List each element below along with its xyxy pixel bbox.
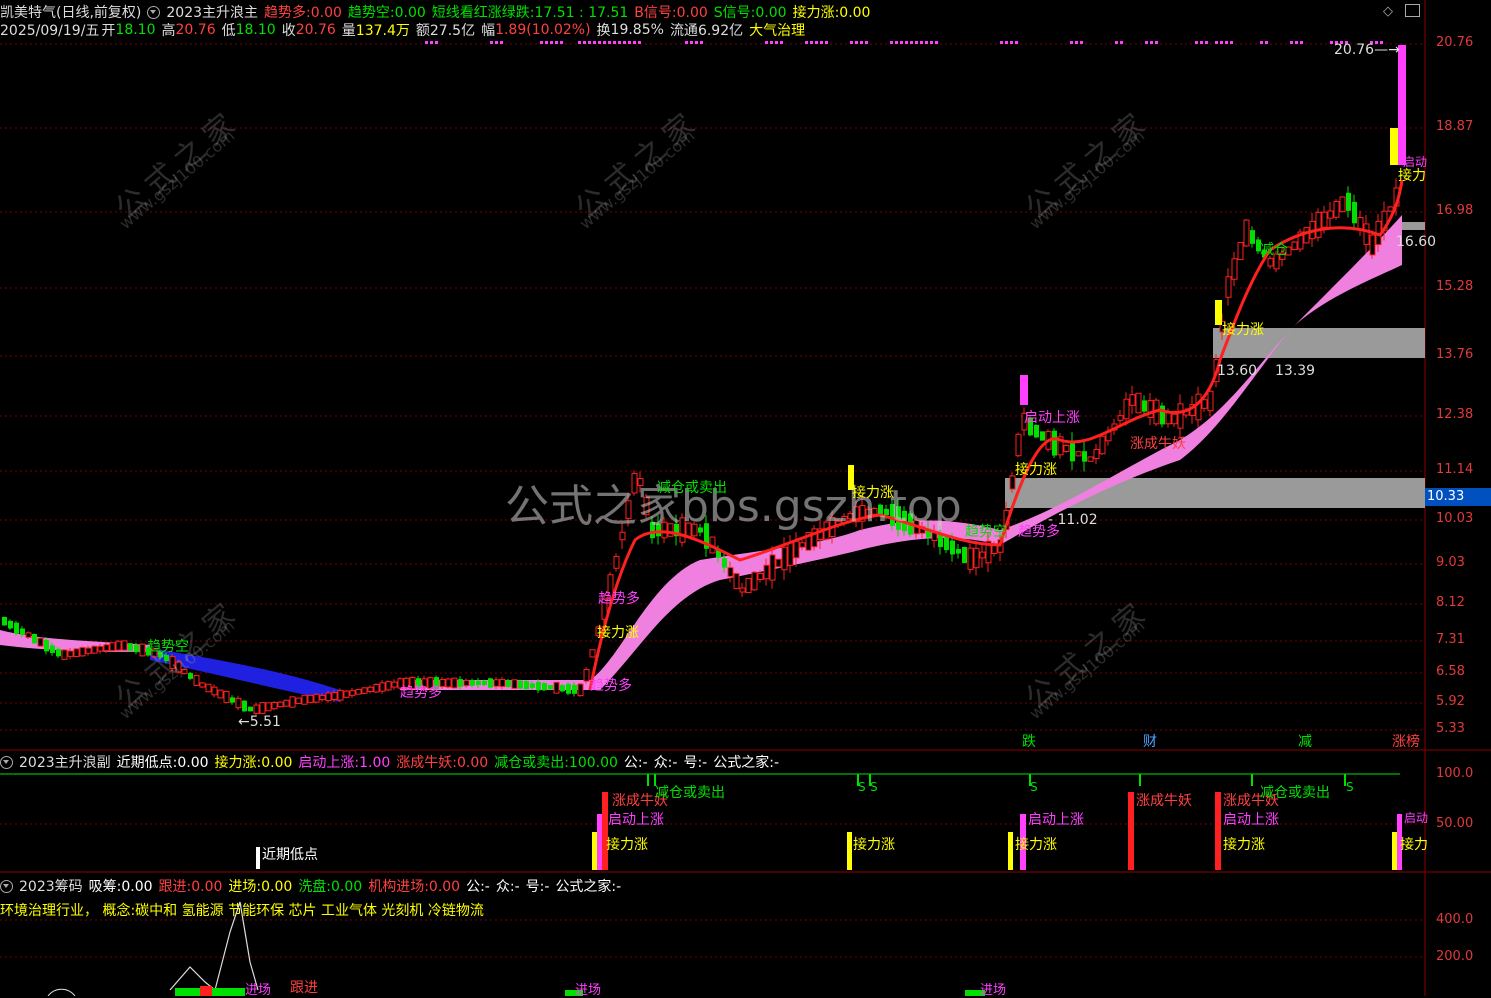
peak-price-value: 20.76 bbox=[1334, 42, 1375, 58]
price-axis-label-7: 10.03 bbox=[1436, 511, 1474, 526]
sub2-jin-label-1: 进场 bbox=[245, 983, 272, 998]
sub2-axis-400: 400.0 bbox=[1436, 912, 1474, 927]
sub1-qidong-label-4: 启动 bbox=[1404, 811, 1429, 825]
price-axis-label-2: 16.98 bbox=[1436, 203, 1474, 218]
price-axis-label-8: 9.03 bbox=[1436, 555, 1465, 570]
sub1-bar-qidong-1 bbox=[597, 814, 602, 870]
sub1-jieli-label-3: 接力涨 bbox=[1015, 837, 1057, 853]
sub1-jieli-label-5: 接力 bbox=[1400, 837, 1428, 853]
sub1-s-label-1: S bbox=[858, 780, 866, 794]
peak-arrow: —→ bbox=[1374, 42, 1400, 58]
low-arrow: ← bbox=[238, 714, 250, 730]
price-axis-label-1: 18.87 bbox=[1436, 119, 1474, 134]
signal-zhangcheng-1: 涨成牛妖 bbox=[1130, 436, 1186, 452]
signal-qushiduo-1: 趋势多 bbox=[598, 591, 640, 607]
sub1-bar-zhangcheng-3 bbox=[1215, 792, 1221, 870]
sub1-jieli-label-4: 接力涨 bbox=[1223, 837, 1265, 853]
bottom-tag-3: 涨榜 bbox=[1392, 734, 1420, 750]
sub1-bar-recent-low bbox=[256, 847, 260, 869]
sub1-signal-chart[interactable] bbox=[0, 752, 1425, 872]
signal-jieli-2: 接力涨 bbox=[852, 485, 894, 501]
low-price-value: 5.51 bbox=[249, 714, 281, 730]
signal-qushiduo-3: 趋势多 bbox=[400, 685, 442, 701]
sub1-s-label-4: S bbox=[1346, 780, 1354, 794]
peak-price-label: 20.76—→ bbox=[1334, 42, 1400, 58]
signal-qidong-2: 启动 bbox=[1403, 155, 1428, 169]
sub1-jieli-label-1: 接力涨 bbox=[606, 837, 648, 853]
watermark-banner: 公式之家bbs.gszh.top bbox=[505, 481, 962, 532]
signal-bar-magenta-2 bbox=[1398, 45, 1406, 165]
sub1-jiancang-label-1: 减仓或卖出 bbox=[655, 785, 725, 801]
sub2-chip-line bbox=[169, 901, 259, 992]
sub2-jin-label-3: 进场 bbox=[980, 983, 1007, 998]
signal-jiancang-1: 减仓或卖出 bbox=[657, 480, 727, 496]
resistance-zone-top bbox=[1400, 222, 1425, 230]
signal-qushiduo-4: 趋势多 bbox=[1018, 524, 1060, 540]
signal-qushikong-1: 趋势空 bbox=[147, 639, 189, 655]
price-axis-label-13: 5.33 bbox=[1436, 721, 1465, 736]
sub1-axis-50: 50.00 bbox=[1436, 816, 1474, 831]
sub1-bar-zhangcheng-2 bbox=[1128, 792, 1134, 870]
sub1-s-label-3: S bbox=[1030, 780, 1038, 794]
signal-jieli-4: 接力涨 bbox=[1222, 322, 1264, 338]
price-axis-label-5: 12.38 bbox=[1436, 407, 1474, 422]
bottom-tag-1: 财 bbox=[1143, 734, 1157, 750]
sub1-jieli-label-2: 接力涨 bbox=[853, 837, 895, 853]
signal-jieli-3: 接力涨 bbox=[1015, 462, 1057, 478]
signal-jieli-1: 接力涨 bbox=[597, 625, 639, 641]
pivot-label-1660: 16.60 bbox=[1396, 234, 1437, 250]
signal-qidong-1: 启动上涨 bbox=[1024, 410, 1080, 426]
sub1-bar-jieli-2 bbox=[847, 832, 852, 870]
sub1-bar-jieli-1 bbox=[592, 832, 597, 870]
bottom-tag-0: 跌 bbox=[1022, 734, 1036, 750]
sub2-follow-bar bbox=[200, 986, 212, 996]
sub1-bar-jieli-3 bbox=[1008, 832, 1013, 870]
price-axis-label-0: 20.76 bbox=[1436, 35, 1474, 50]
pivot-label-1360: 13.60 bbox=[1217, 363, 1258, 379]
signal-bar-yellow-3 bbox=[1390, 128, 1398, 165]
sub1-bar-zhangcheng-1 bbox=[602, 792, 608, 870]
bottom-tag-2: 减 bbox=[1298, 734, 1312, 750]
signal-qushiduo-2: 趋势多 bbox=[590, 678, 632, 694]
signal-qushikong-2: 趋势空 bbox=[965, 524, 1007, 540]
pivot-1102-value: 11.02 bbox=[1057, 512, 1098, 528]
sub1-axis-100: 100.0 bbox=[1436, 766, 1474, 781]
trend-band-pink bbox=[400, 215, 1402, 690]
price-axis-label-10: 7.31 bbox=[1436, 632, 1465, 647]
sub1-jiancang-label-2: 减仓或卖出 bbox=[1260, 785, 1330, 801]
sub2-chip-chart[interactable] bbox=[0, 872, 1425, 996]
price-axis-label-11: 6.58 bbox=[1436, 664, 1465, 679]
sub1-recent-low-label: 近期低点 bbox=[262, 847, 318, 863]
pivot-label-1339: 13.39 bbox=[1275, 363, 1316, 379]
sub1-qidong-label-3: 启动上涨 bbox=[1223, 812, 1279, 828]
sub1-bar-jieli-4 bbox=[1392, 832, 1397, 870]
price-axis-label-4: 13.76 bbox=[1436, 347, 1474, 362]
price-axis-label-3: 15.28 bbox=[1436, 279, 1474, 294]
signal-bar-magenta-1 bbox=[1020, 375, 1028, 405]
sub1-zhangcheng-label-2: 涨成牛妖 bbox=[1136, 793, 1192, 809]
sub2-axis-200: 200.0 bbox=[1436, 949, 1474, 964]
sub2-gen-label: 跟进 bbox=[290, 980, 318, 996]
low-price-label: ←5.51 bbox=[238, 714, 281, 730]
current-price-tag: 10.33 bbox=[1425, 488, 1491, 506]
sub2-jin-label-2: 进场 bbox=[575, 983, 602, 998]
price-axis-label-9: 8.12 bbox=[1436, 595, 1465, 610]
sub1-qidong-label-1: 启动上涨 bbox=[608, 812, 664, 828]
price-axis-label-6: 11.14 bbox=[1436, 462, 1474, 477]
signal-bar-yellow-2 bbox=[1215, 300, 1222, 325]
sub1-qidong-label-2: 启动上涨 bbox=[1028, 812, 1084, 828]
price-axis-label-12: 5.92 bbox=[1436, 694, 1465, 709]
signal-jiancang-2: 减仓 bbox=[1260, 242, 1288, 258]
sub1-s-label-2: S bbox=[870, 780, 878, 794]
